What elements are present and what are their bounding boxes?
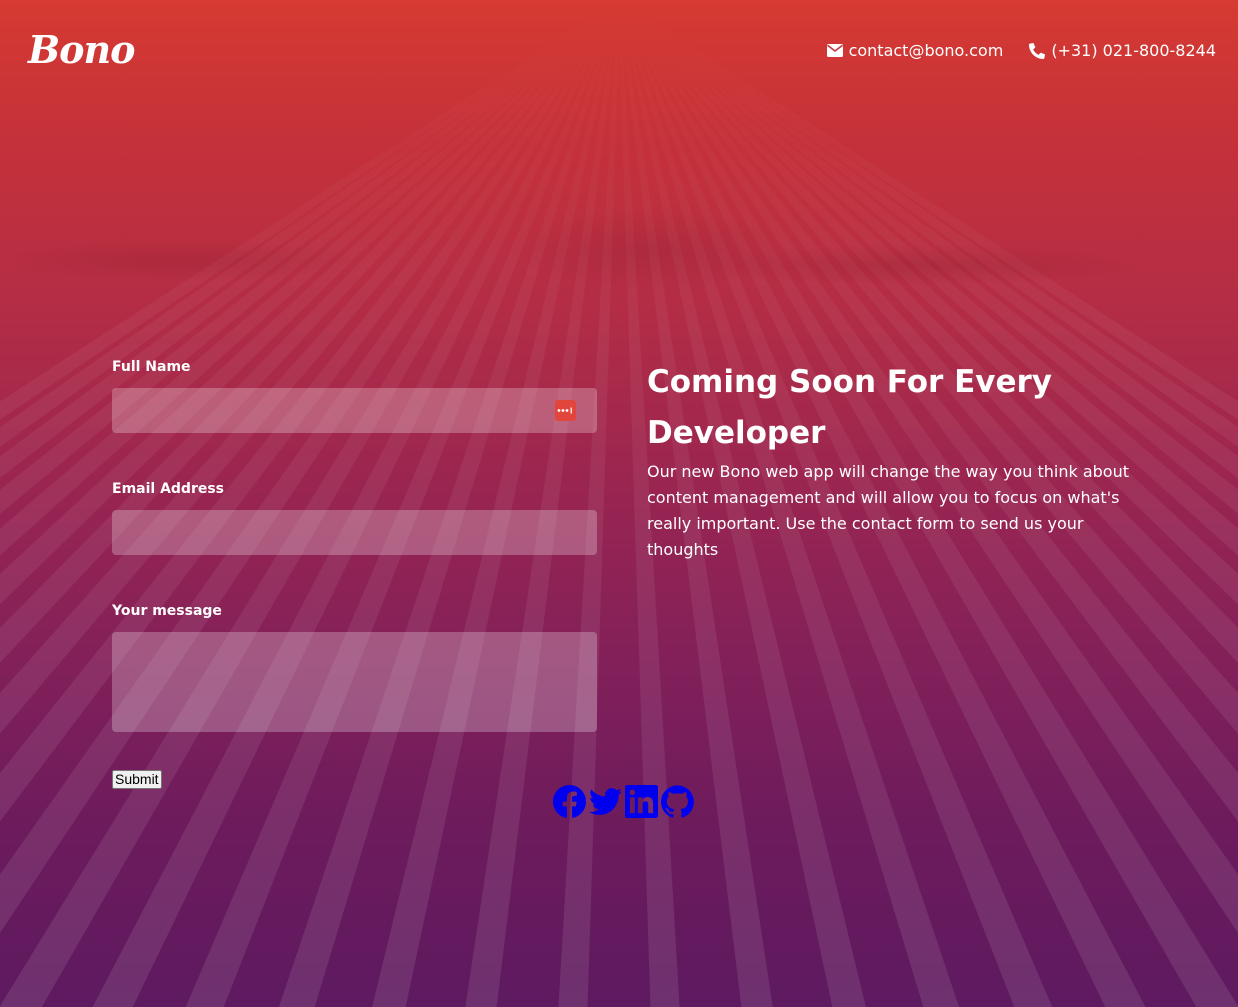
email-address-label: Email Address bbox=[112, 481, 225, 497]
envelope-icon bbox=[826, 44, 843, 57]
hero-description: Our new Bono web app will change the way… bbox=[647, 462, 1129, 559]
message-label: Your message bbox=[112, 603, 222, 619]
contact-form: Full Name Email Address Your message Sub… bbox=[112, 356, 597, 789]
password-manager-icon[interactable] bbox=[555, 400, 576, 421]
brand-logo[interactable]: Bono bbox=[28, 27, 135, 72]
full-name-input[interactable] bbox=[112, 388, 597, 433]
facebook-link[interactable] bbox=[553, 785, 586, 818]
contact-phone[interactable]: (+31) 021-800-8244 bbox=[1029, 41, 1216, 60]
contact-phone-text: (+31) 021-800-8244 bbox=[1051, 41, 1216, 60]
twitter-icon bbox=[589, 788, 622, 822]
message-textarea[interactable] bbox=[112, 632, 597, 732]
contact-email[interactable]: contact@bono.com bbox=[826, 41, 1004, 60]
linkedin-icon bbox=[625, 785, 658, 822]
linkedin-link[interactable] bbox=[625, 785, 658, 818]
hero-title: Coming Soon For Every Developer bbox=[647, 364, 1053, 451]
logo-text: Bono bbox=[28, 27, 135, 72]
hero-section: Coming Soon For Every Developer Our new … bbox=[647, 357, 1147, 563]
phone-icon bbox=[1029, 42, 1046, 59]
header-contact: contact@bono.com (+31) 021-800-8244 bbox=[826, 41, 1216, 60]
facebook-icon bbox=[553, 785, 586, 822]
background-blur bbox=[0, 80, 1238, 300]
full-name-label: Full Name bbox=[112, 359, 191, 375]
email-address-input[interactable] bbox=[112, 510, 597, 555]
github-link[interactable] bbox=[661, 785, 694, 818]
message-field-wrapper bbox=[112, 632, 597, 732]
social-links bbox=[553, 785, 694, 818]
full-name-field-wrapper bbox=[112, 388, 597, 433]
github-icon bbox=[661, 785, 694, 822]
email-field-wrapper bbox=[112, 510, 597, 555]
contact-email-text: contact@bono.com bbox=[848, 41, 1004, 60]
submit-button[interactable]: Submit bbox=[112, 770, 162, 789]
twitter-link[interactable] bbox=[589, 785, 622, 818]
